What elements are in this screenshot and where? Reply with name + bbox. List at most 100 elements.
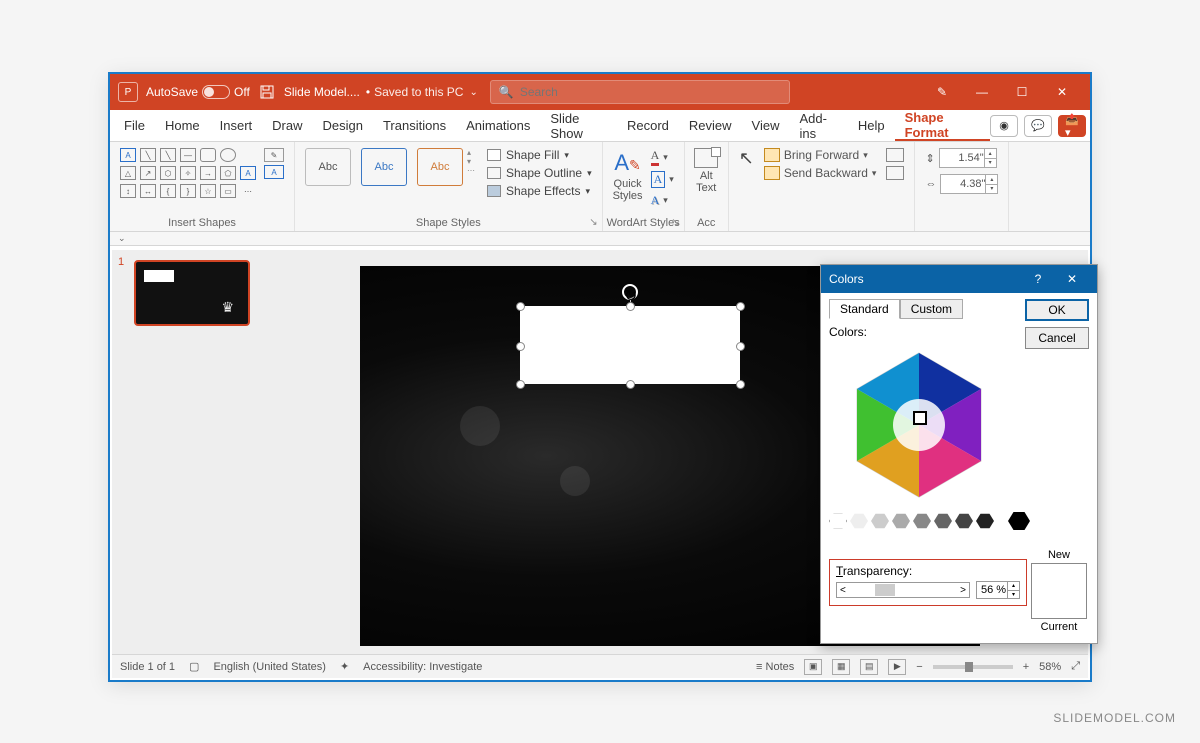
slider-increase-icon[interactable]: > <box>960 585 966 596</box>
zoom-in-button[interactable]: + <box>1023 661 1029 673</box>
rotate-handle[interactable]: ↻ <box>622 284 638 300</box>
resize-handle[interactable] <box>516 380 525 389</box>
help-button[interactable]: ? <box>1021 265 1055 293</box>
slider-decrease-icon[interactable]: < <box>840 585 846 596</box>
shape-fill-button[interactable]: Shape Fill ▾ <box>487 148 592 162</box>
text-fill-button[interactable]: A ▾ <box>651 148 674 166</box>
selected-color-indicator[interactable] <box>913 411 927 425</box>
record-icon[interactable]: ◉ <box>990 115 1018 137</box>
accessibility-icon[interactable]: ✦ <box>340 660 349 673</box>
tab-review[interactable]: Review <box>679 110 742 141</box>
zoom-out-button[interactable]: − <box>916 661 922 673</box>
tab-insert[interactable]: Insert <box>210 110 263 141</box>
style-preset-3[interactable]: Abc <box>417 148 463 186</box>
group-label: Acc <box>685 217 728 229</box>
tab-home[interactable]: Home <box>155 110 210 141</box>
transparency-value-input[interactable]: 56 % ▴▾ <box>976 581 1020 599</box>
style-preset-2[interactable]: Abc <box>361 148 407 186</box>
style-gallery[interactable]: Abc Abc Abc <box>305 148 463 186</box>
zoom-level[interactable]: 58% <box>1039 661 1061 673</box>
align-icon[interactable] <box>886 148 904 162</box>
sorter-view-icon[interactable]: ▦ <box>832 659 850 675</box>
share-button[interactable]: 📤 ▾ <box>1058 115 1086 137</box>
pen-icon[interactable]: ✎ <box>922 74 962 110</box>
dialog-launcher-icon[interactable]: ↘ <box>671 217 679 228</box>
resize-handle[interactable] <box>626 380 635 389</box>
notes-button[interactable]: ≡ Notes <box>756 661 794 673</box>
chevron-down-icon[interactable]: ⌄ <box>118 233 126 244</box>
resize-handle[interactable] <box>736 380 745 389</box>
minimize-button[interactable]: — <box>962 74 1002 110</box>
accessibility-status[interactable]: Accessibility: Investigate <box>363 661 482 673</box>
height-icon: ⇕ <box>925 152 934 165</box>
autosave-label: AutoSave <box>146 85 198 99</box>
resize-handle[interactable] <box>626 302 635 311</box>
text-box-icon[interactable]: A <box>264 165 284 179</box>
fill-bucket-icon <box>487 149 501 161</box>
grayscale-row[interactable] <box>829 511 1089 531</box>
tab-shape-format[interactable]: Shape Format <box>895 110 990 141</box>
ok-button[interactable]: OK <box>1025 299 1089 321</box>
slide-thumbnail-1[interactable]: 1 ♛ <box>120 260 254 326</box>
filename: Slide Model.... <box>284 85 360 99</box>
text-outline-button[interactable]: A ▾ <box>651 171 674 188</box>
new-current-preview: New Current <box>1031 549 1087 633</box>
shape-width-input[interactable]: ⇔ 4.38"▴▾ <box>925 174 998 194</box>
tab-animations[interactable]: Animations <box>456 110 540 141</box>
resize-handle[interactable] <box>516 342 525 351</box>
close-button[interactable]: ✕ <box>1042 74 1082 110</box>
edit-shape-icon[interactable]: ✎ <box>264 148 284 162</box>
color-hexagon-picker[interactable] <box>829 345 1009 505</box>
shape-height-input[interactable]: ⇕ 1.54"▴▾ <box>925 148 998 168</box>
tab-view[interactable]: View <box>742 110 790 141</box>
tab-transitions[interactable]: Transitions <box>373 110 456 141</box>
reading-view-icon[interactable]: ▤ <box>860 659 878 675</box>
tab-record[interactable]: Record <box>617 110 679 141</box>
toggle-off-icon[interactable] <box>202 85 230 99</box>
cancel-button[interactable]: Cancel <box>1025 327 1089 349</box>
zoom-slider[interactable] <box>933 665 1013 669</box>
slideshow-view-icon[interactable]: ▶ <box>888 659 906 675</box>
search-box[interactable]: 🔍 <box>490 80 790 104</box>
comments-icon[interactable]: 💬 <box>1024 115 1052 137</box>
dialog-close-button[interactable]: ✕ <box>1055 265 1089 293</box>
quick-styles-button[interactable]: A✎ Quick Styles <box>613 148 643 213</box>
selection-arrow-icon[interactable]: ↖ <box>739 148 754 213</box>
alt-text-button[interactable]: Alt Text <box>695 148 718 194</box>
status-bar: Slide 1 of 1 ▢ English (United States) ✦… <box>112 654 1088 678</box>
tab-slide-show[interactable]: Slide Show <box>540 110 617 141</box>
selected-rectangle-shape[interactable] <box>520 306 740 384</box>
maximize-button[interactable]: ☐ <box>1002 74 1042 110</box>
tab-design[interactable]: Design <box>313 110 373 141</box>
bring-forward-button[interactable]: Bring Forward ▾ <box>764 148 877 162</box>
tab-file[interactable]: File <box>114 110 155 141</box>
book-icon[interactable]: ▢ <box>189 660 199 673</box>
chevron-down-icon[interactable]: ⌄ <box>469 87 477 98</box>
autosave-toggle[interactable]: AutoSave Off <box>146 85 250 99</box>
dialog-launcher-icon[interactable]: ↘ <box>589 217 597 228</box>
tab-draw[interactable]: Draw <box>262 110 312 141</box>
group-icon[interactable] <box>886 166 904 180</box>
dialog-titlebar[interactable]: Colors ? ✕ <box>821 265 1097 293</box>
fit-to-window-icon[interactable]: ⤢ <box>1071 660 1080 673</box>
tab-custom[interactable]: Custom <box>900 299 963 319</box>
normal-view-icon[interactable]: ▣ <box>804 659 822 675</box>
tab-standard[interactable]: Standard <box>829 299 900 319</box>
tab-add-ins[interactable]: Add-ins <box>789 110 847 141</box>
send-backward-button[interactable]: Send Backward ▾ <box>764 166 877 180</box>
language-status[interactable]: English (United States) <box>213 661 326 673</box>
save-icon[interactable] <box>258 83 276 101</box>
shape-effects-button[interactable]: Shape Effects ▾ <box>487 184 592 198</box>
tab-help[interactable]: Help <box>848 110 895 141</box>
search-input[interactable] <box>520 85 781 99</box>
resize-handle[interactable] <box>736 342 745 351</box>
resize-handle[interactable] <box>516 302 525 311</box>
shape-gallery[interactable]: A╲╲— △↗⬡✧→⬠A ↕↔{}☆▭⋯ <box>120 148 258 213</box>
text-effects-button[interactable]: A ▾ <box>651 193 674 208</box>
style-preset-1[interactable]: Abc <box>305 148 351 186</box>
resize-handle[interactable] <box>736 302 745 311</box>
slider-thumb[interactable] <box>875 584 895 596</box>
shape-outline-button[interactable]: Shape Outline ▾ <box>487 166 592 180</box>
saved-status: Saved to this PC <box>374 85 463 99</box>
transparency-slider[interactable]: < > <box>836 582 970 598</box>
